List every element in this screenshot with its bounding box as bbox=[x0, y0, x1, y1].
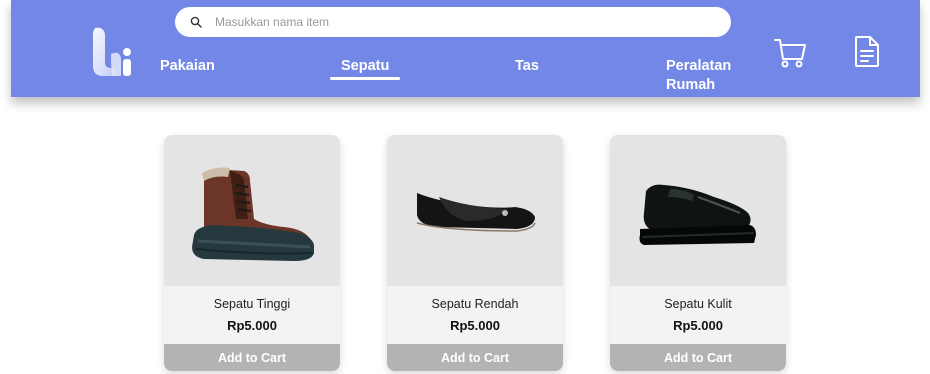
flat-shoe-illustration bbox=[416, 193, 536, 232]
product-image-flat-shoe[interactable] bbox=[387, 135, 563, 286]
add-to-cart-button[interactable]: Add to Cart bbox=[164, 344, 340, 371]
add-to-cart-button[interactable]: Add to Cart bbox=[387, 344, 563, 371]
nav-item-sepatu[interactable]: Sepatu bbox=[341, 57, 389, 76]
product-price: Rp5.000 bbox=[450, 318, 500, 333]
nav-item-tas[interactable]: Tas bbox=[515, 57, 539, 76]
document-icon[interactable] bbox=[854, 35, 880, 68]
product-card[interactable]: Sepatu Tinggi Rp5.000 Add to Cart bbox=[164, 135, 340, 371]
high-boot-illustration bbox=[192, 167, 314, 261]
product-name: Sepatu Rendah bbox=[431, 297, 519, 311]
page: Pakaian Sepatu Tas Peralatan Rumah bbox=[0, 0, 930, 374]
product-price: Rp5.000 bbox=[673, 318, 723, 333]
header-bar: Pakaian Sepatu Tas Peralatan Rumah bbox=[11, 0, 920, 97]
product-image-leather-loafer[interactable] bbox=[610, 135, 786, 286]
product-price: Rp5.000 bbox=[227, 318, 277, 333]
nav-item-peralatan-rumah[interactable]: Peralatan Rumah bbox=[666, 57, 756, 95]
product-name: Sepatu Tinggi bbox=[213, 297, 291, 311]
search-input[interactable] bbox=[215, 11, 715, 33]
active-nav-underline bbox=[330, 77, 400, 80]
search-icon[interactable] bbox=[190, 16, 202, 28]
product-image-high-boot[interactable] bbox=[164, 135, 340, 286]
cart-icon[interactable] bbox=[773, 37, 807, 69]
product-name: Sepatu Kulit bbox=[664, 297, 732, 311]
search-bar bbox=[175, 7, 731, 37]
leather-loafer-illustration bbox=[639, 184, 756, 245]
product-card[interactable]: Sepatu Rendah Rp5.000 Add to Cart bbox=[387, 135, 563, 371]
brand-logo[interactable] bbox=[89, 26, 135, 76]
add-to-cart-button[interactable]: Add to Cart bbox=[610, 344, 786, 371]
nav-item-pakaian[interactable]: Pakaian bbox=[160, 57, 215, 76]
product-card[interactable]: Sepatu Kulit Rp5.000 Add to Cart bbox=[610, 135, 786, 371]
